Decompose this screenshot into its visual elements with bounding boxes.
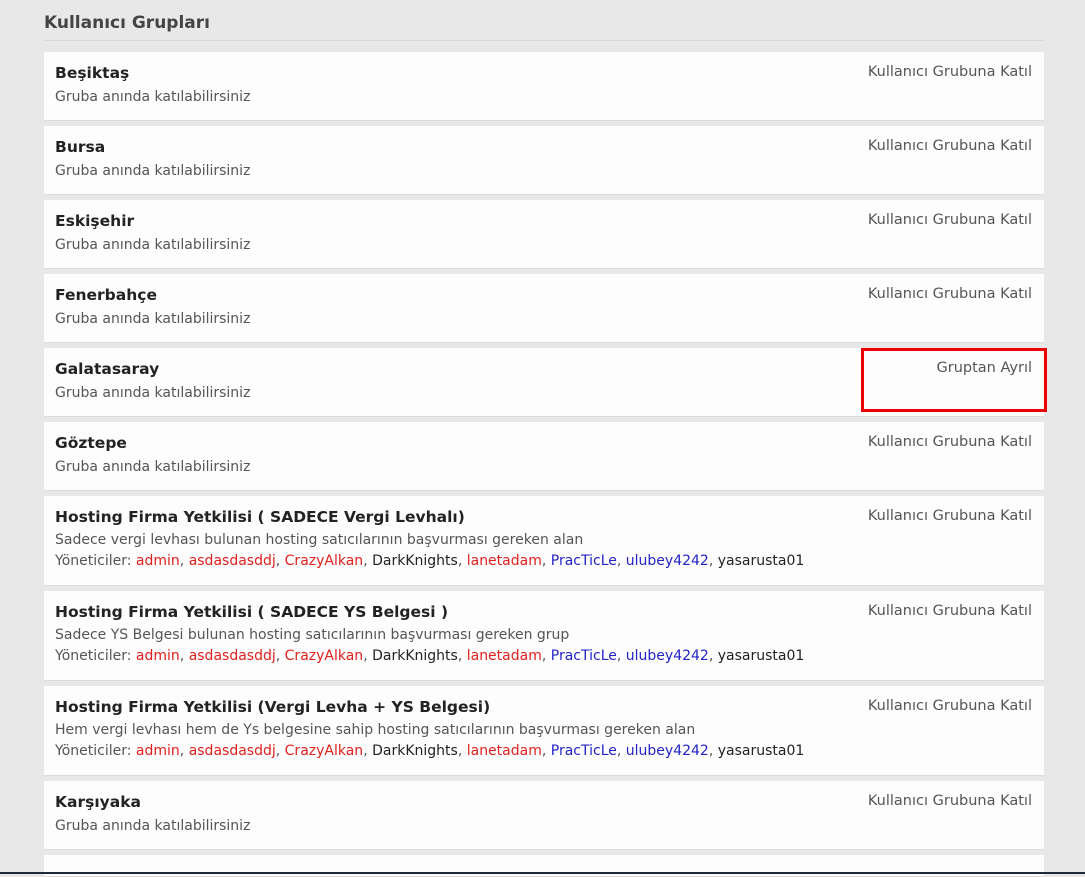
join-group-link[interactable]: Kullanıcı Grubuna Katıl <box>868 64 1032 80</box>
leave-group-link[interactable]: Gruptan Ayrıl <box>937 360 1033 376</box>
manager-link-practicle[interactable]: PracTicLe <box>551 648 617 664</box>
manager-link-lanetadam[interactable]: lanetadam <box>467 743 542 759</box>
manager-link-yasarusta01[interactable]: yasarusta01 <box>718 553 805 569</box>
group-description: Gruba anında katılabilirsiniz <box>55 459 251 475</box>
managers-label: Yöneticiler: <box>55 648 132 664</box>
group-card-hosting-vergi-ys: Hosting Firma Yetkilisi (Vergi Levha + Y… <box>44 686 1044 776</box>
join-group-link[interactable]: Kullanıcı Grubuna Katıl <box>868 793 1032 809</box>
manager-link-darkknights[interactable]: DarkKnights <box>372 743 458 759</box>
group-description: Gruba anında katılabilirsiniz <box>55 818 251 834</box>
manager-link-lanetadam[interactable]: lanetadam <box>467 553 542 569</box>
group-card-karsiyaka: Karşıyaka Gruba anında katılabilirsiniz … <box>44 781 1044 850</box>
join-group-link[interactable]: Kullanıcı Grubuna Katıl <box>868 212 1032 228</box>
manager-link-yasarusta01[interactable]: yasarusta01 <box>718 648 805 664</box>
manager-link-darkknights[interactable]: DarkKnights <box>372 648 458 664</box>
group-description: Sadece vergi levhası bulunan hosting sat… <box>55 532 584 548</box>
manager-link-admin[interactable]: admin <box>136 648 180 664</box>
group-card-hosting-vergi: Hosting Firma Yetkilisi ( SADECE Vergi L… <box>44 496 1044 586</box>
group-card-besiktas: Beşiktaş Gruba anında katılabilirsiniz K… <box>44 52 1044 121</box>
manager-link-darkknights[interactable]: DarkKnights <box>372 553 458 569</box>
manager-link-admin[interactable]: admin <box>136 743 180 759</box>
join-group-link[interactable]: Kullanıcı Grubuna Katıl <box>868 603 1032 619</box>
manager-link-practicle[interactable]: PracTicLe <box>551 553 617 569</box>
group-description: Gruba anında katılabilirsiniz <box>55 163 251 179</box>
manager-link-ulubey4242[interactable]: ulubey4242 <box>626 743 709 759</box>
managers-label: Yöneticiler: <box>55 553 132 569</box>
group-description: Sadece YS Belgesi bulunan hosting satıcı… <box>55 627 570 643</box>
group-description: Gruba anında katılabilirsiniz <box>55 311 251 327</box>
managers-line: Yöneticiler: admin, asdasdasddj, CrazyAl… <box>55 553 805 569</box>
manager-link-practicle[interactable]: PracTicLe <box>551 743 617 759</box>
manager-link-ulubey4242[interactable]: ulubey4242 <box>626 648 709 664</box>
join-group-link[interactable]: Kullanıcı Grubuna Katıl <box>868 434 1032 450</box>
group-name: Galatasaray <box>55 360 160 378</box>
manager-link-crazyalkan[interactable]: CrazyAlkan <box>285 553 364 569</box>
manager-link-lanetadam[interactable]: lanetadam <box>467 648 542 664</box>
group-description: Hem vergi levhası hem de Ys belgesine sa… <box>55 722 696 738</box>
manager-link-admin[interactable]: admin <box>136 553 180 569</box>
manager-link-crazyalkan[interactable]: CrazyAlkan <box>285 743 364 759</box>
manager-link-asdasdasddj[interactable]: asdasdasddj <box>189 648 276 664</box>
group-card-goztepe: Göztepe Gruba anında katılabilirsiniz Ku… <box>44 422 1044 491</box>
managers-line: Yöneticiler: admin, asdasdasddj, CrazyAl… <box>55 743 805 759</box>
join-group-link[interactable]: Kullanıcı Grubuna Katıl <box>868 286 1032 302</box>
group-card-fenerbahce: Fenerbahçe Gruba anında katılabilirsiniz… <box>44 274 1044 343</box>
group-card-eskisehir: Eskişehir Gruba anında katılabilirsiniz … <box>44 200 1044 269</box>
manager-link-crazyalkan[interactable]: CrazyAlkan <box>285 648 364 664</box>
join-group-link[interactable]: Kullanıcı Grubuna Katıl <box>868 698 1032 714</box>
title-divider <box>44 40 1044 41</box>
group-card-bursa: Bursa Gruba anında katılabilirsiniz Kull… <box>44 126 1044 195</box>
manager-link-asdasdasddj[interactable]: asdasdasddj <box>189 743 276 759</box>
join-group-link[interactable]: Kullanıcı Grubuna Katıl <box>868 508 1032 524</box>
page-title: Kullanıcı Grupları <box>44 13 210 33</box>
managers-line: Yöneticiler: admin, asdasdasddj, CrazyAl… <box>55 648 805 664</box>
manager-link-ulubey4242[interactable]: ulubey4242 <box>626 553 709 569</box>
group-card-hosting-ys: Hosting Firma Yetkilisi ( SADECE YS Belg… <box>44 591 1044 681</box>
group-description: Gruba anında katılabilirsiniz <box>55 385 251 401</box>
group-description: Gruba anında katılabilirsiniz <box>55 237 251 253</box>
group-list: Beşiktaş Gruba anında katılabilirsiniz K… <box>44 52 1044 877</box>
managers-label: Yöneticiler: <box>55 743 132 759</box>
manager-link-yasarusta01[interactable]: yasarusta01 <box>718 743 805 759</box>
join-group-link[interactable]: Kullanıcı Grubuna Katıl <box>868 138 1032 154</box>
group-card-galatasaray: Galatasaray Gruba anında katılabilirsini… <box>44 348 1044 417</box>
group-description: Gruba anında katılabilirsiniz <box>55 89 251 105</box>
manager-link-asdasdasddj[interactable]: asdasdasddj <box>189 553 276 569</box>
